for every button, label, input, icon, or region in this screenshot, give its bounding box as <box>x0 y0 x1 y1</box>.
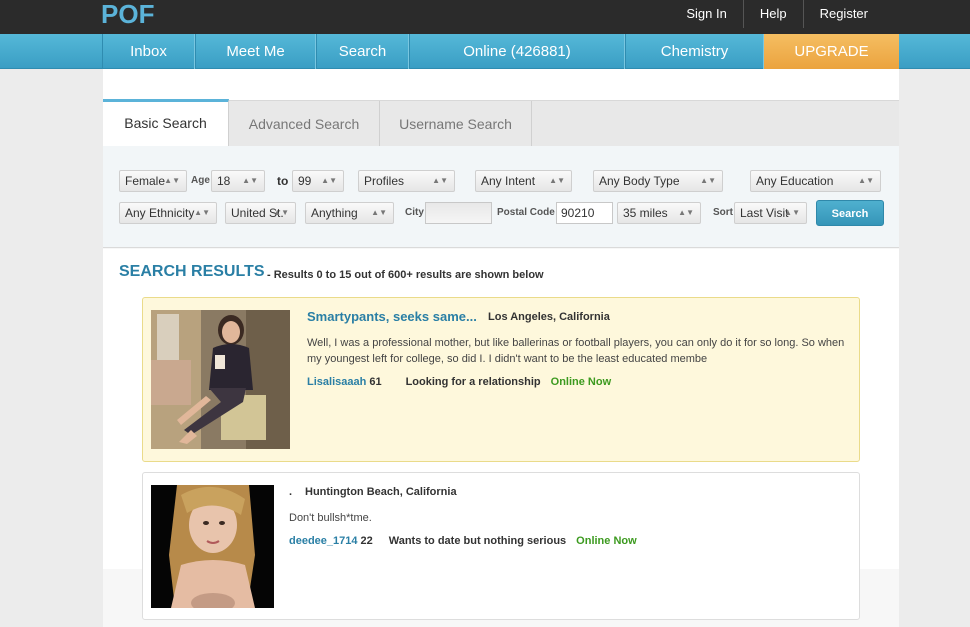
nav-chemistry[interactable]: Chemistry <box>625 34 764 69</box>
postal-code-label: Postal Code <box>497 207 555 218</box>
result-headline[interactable]: . <box>289 486 292 498</box>
profile-photo[interactable] <box>151 485 274 613</box>
age-min-value: 18 <box>217 174 231 188</box>
age-max-select[interactable]: 99 ▲▼ <box>292 170 344 192</box>
register-link[interactable]: Register <box>802 0 970 28</box>
panel-header <box>103 69 899 101</box>
sort-select[interactable]: Last Visit ▲▼ <box>734 202 807 224</box>
distance-select[interactable]: 35 miles ▲▼ <box>617 202 701 224</box>
gender-value: Female <box>125 174 166 188</box>
age-max-value: 99 <box>298 174 312 188</box>
profile-photo-image <box>151 310 290 449</box>
distance-value: 35 miles <box>623 206 668 220</box>
result-card: Smartypants, seeks same... Los Angeles, … <box>142 297 860 462</box>
result-description: Well, I was a professional mother, but l… <box>307 337 845 365</box>
city-label: City <box>405 207 424 218</box>
profiles-select[interactable]: Profiles ▲▼ <box>358 170 455 192</box>
sort-value: Last Visit <box>740 206 789 220</box>
search-button[interactable]: Search <box>816 200 884 226</box>
tab-basic-search[interactable]: Basic Search <box>103 99 229 147</box>
search-tabs: Basic Search Advanced Search Username Se… <box>103 99 899 147</box>
nav-meet-me[interactable]: Meet Me <box>195 34 316 69</box>
age-label: Age <box>191 175 210 186</box>
result-description: Don't bullsh*tme. <box>289 512 372 524</box>
select-arrows-icon: ▲▼ <box>432 176 448 185</box>
top-bar: POF Sign In Help Register <box>0 0 970 34</box>
sort-label: Sort <box>713 207 733 218</box>
ethnicity-value: Any Ethnicity <box>125 206 195 220</box>
age-min-select[interactable]: 18 ▲▼ <box>211 170 265 192</box>
nav-search[interactable]: Search <box>316 34 409 69</box>
anything-select[interactable]: Anything ▲▼ <box>305 202 394 224</box>
select-arrows-icon: ▲▼ <box>242 176 258 185</box>
result-age: 61 <box>369 376 382 388</box>
ethnicity-select[interactable]: Any Ethnicity ▲▼ <box>119 202 217 224</box>
tab-username-search[interactable]: Username Search <box>380 101 532 147</box>
result-age: 22 <box>360 535 373 547</box>
result-username[interactable]: Lisalisaaah <box>307 376 366 388</box>
intent-select[interactable]: Any Intent ▲▼ <box>475 170 572 192</box>
select-arrows-icon: ▲▼ <box>273 208 289 217</box>
intent-value: Any Intent <box>481 174 536 188</box>
city-input[interactable] <box>425 202 492 224</box>
online-status-badge: Online Now <box>550 376 612 388</box>
result-meta: Lisalisaaah 61 Looking for a relationship O… <box>307 376 611 388</box>
select-arrows-icon: ▲▼ <box>700 176 716 185</box>
postal-code-input[interactable]: 90210 <box>556 202 613 224</box>
body-type-value: Any Body Type <box>599 174 680 188</box>
main-nav: Inbox Meet Me Search Online (426881) Che… <box>0 34 970 69</box>
nav-upgrade[interactable]: UPGRADE <box>764 34 899 69</box>
results-subtitle: - Results 0 to 15 out of 600+ results ar… <box>267 269 544 281</box>
country-select[interactable]: United St. ▲▼ <box>225 202 296 224</box>
top-links: Sign In Help Register <box>670 0 970 28</box>
result-card: . Huntington Beach, California Don't bul… <box>142 472 860 620</box>
result-location: Huntington Beach, California <box>305 486 457 498</box>
result-headline[interactable]: Smartypants, seeks same... <box>307 309 477 324</box>
nav-online[interactable]: Online (426881) <box>409 34 625 69</box>
profile-photo[interactable] <box>151 310 290 449</box>
education-value: Any Education <box>756 174 834 188</box>
tab-advanced-search[interactable]: Advanced Search <box>229 101 380 147</box>
help-link[interactable]: Help <box>742 0 803 28</box>
nav-inbox[interactable]: Inbox <box>102 34 195 69</box>
select-arrows-icon: ▲▼ <box>321 176 337 185</box>
profiles-value: Profiles <box>364 174 405 188</box>
result-location: Los Angeles, California <box>488 311 610 323</box>
education-select[interactable]: Any Education ▲▼ <box>750 170 881 192</box>
select-arrows-icon: ▲▼ <box>549 176 565 185</box>
profile-photo-image <box>151 485 274 613</box>
online-status-badge: Online Now <box>576 535 637 547</box>
result-intent: Looking for a relationship <box>405 376 541 388</box>
anything-value: Anything <box>311 206 358 220</box>
results-title: SEARCH RESULTS <box>119 263 265 280</box>
search-results: SEARCH RESULTS - Results 0 to 15 out of … <box>103 249 899 620</box>
main-panel: Basic Search Advanced Search Username Se… <box>103 69 899 627</box>
sign-in-link[interactable]: Sign In <box>670 0 742 28</box>
result-username[interactable]: deedee_1714 <box>289 535 358 547</box>
select-arrows-icon: ▲▼ <box>858 176 874 185</box>
result-intent: Wants to date but nothing serious <box>388 535 567 547</box>
result-meta: deedee_1714 22 Wants to date but nothing s… <box>289 535 637 547</box>
select-arrows-icon: ▲▼ <box>371 208 387 217</box>
pof-logo[interactable]: POF <box>101 0 154 28</box>
body-type-select[interactable]: Any Body Type ▲▼ <box>593 170 723 192</box>
select-arrows-icon: ▲▼ <box>784 208 800 217</box>
select-arrows-icon: ▲▼ <box>164 176 180 185</box>
gender-select[interactable]: Female ▲▼ <box>119 170 187 192</box>
select-arrows-icon: ▲▼ <box>194 208 210 217</box>
search-filters: Female ▲▼ Age 18 ▲▼ to 99 ▲▼ Profiles ▲▼ Any… <box>103 146 899 248</box>
to-label: to <box>277 174 289 188</box>
select-arrows-icon: ▲▼ <box>678 208 694 217</box>
